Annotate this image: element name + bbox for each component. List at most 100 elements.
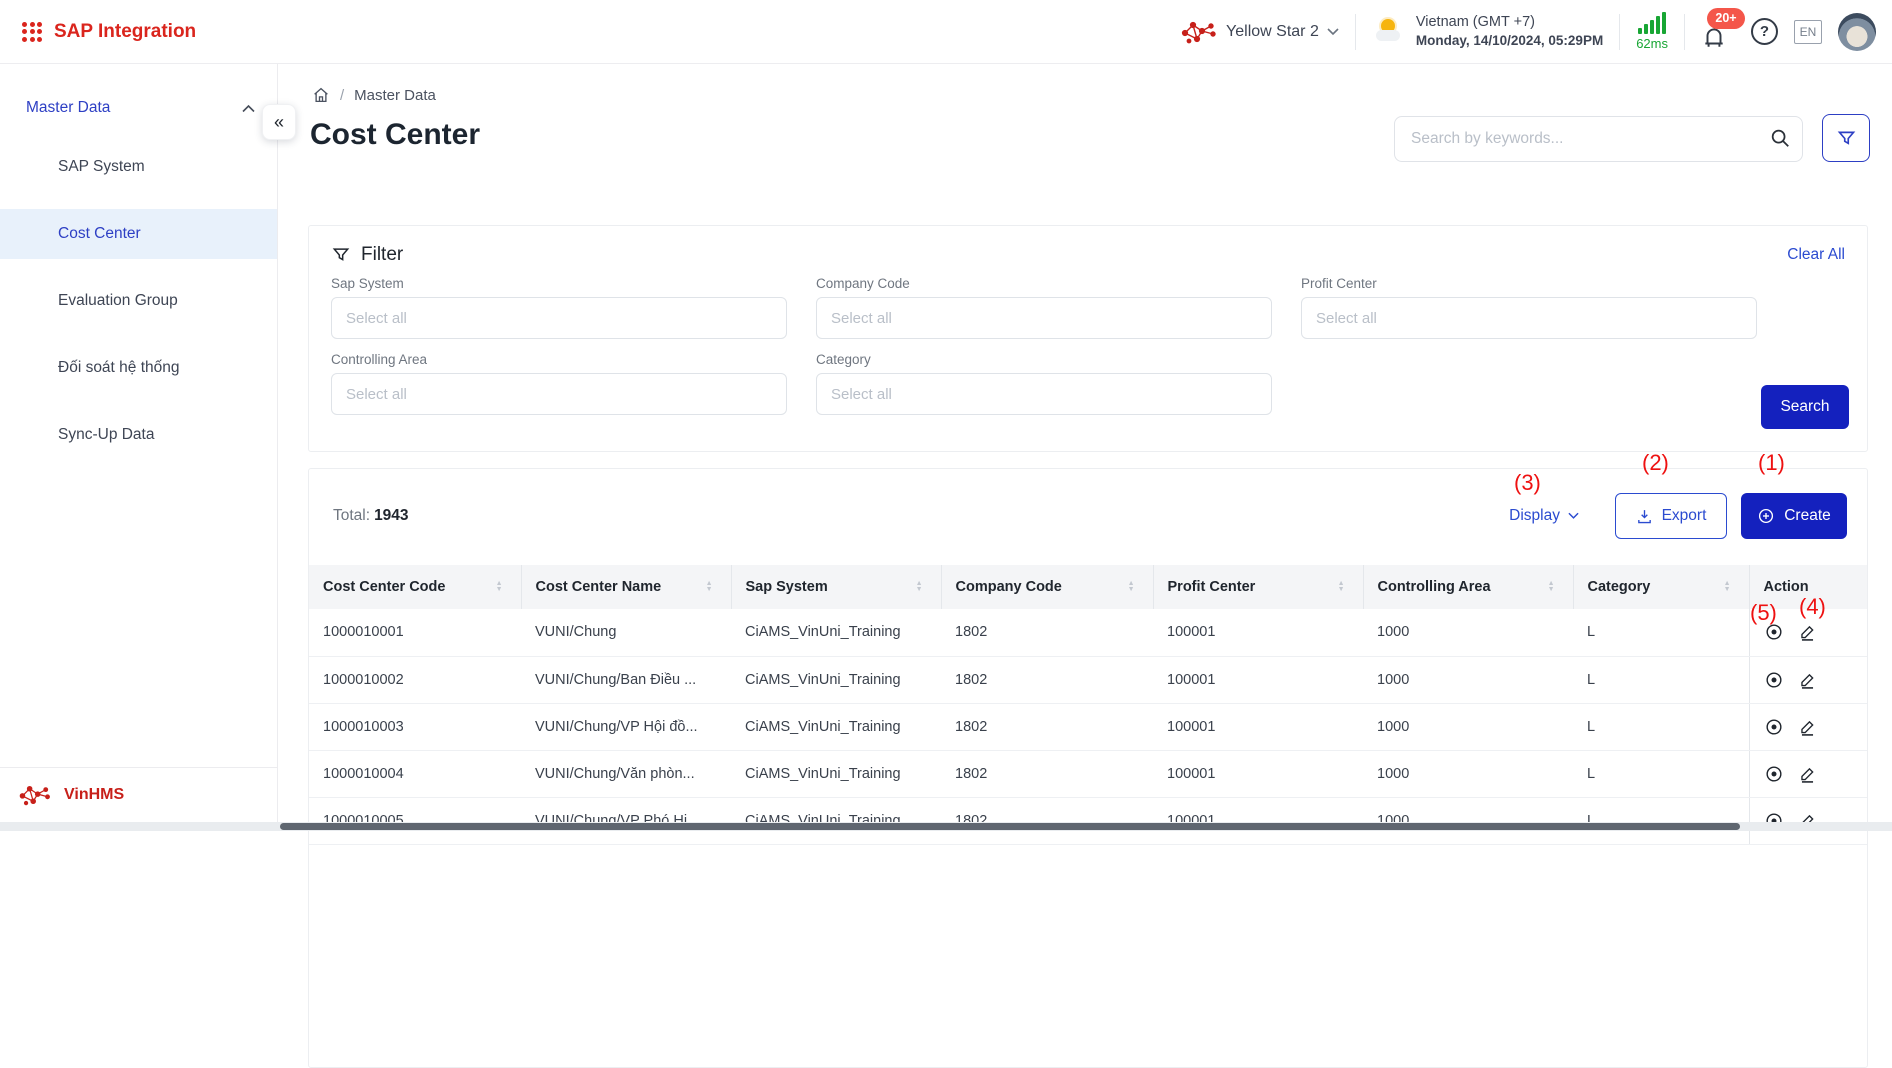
display-dropdown[interactable]: Display [1509, 507, 1579, 525]
sort-icon[interactable]: ▲▼ [496, 581, 503, 593]
table-cell: CiAMS_VinUni_Training [731, 609, 941, 656]
header-divider [1684, 14, 1685, 50]
breadcrumb-item[interactable]: Master Data [354, 87, 436, 104]
table-cell: CiAMS_VinUni_Training [731, 656, 941, 703]
edit-button[interactable] [1798, 670, 1817, 690]
table-cell: 1802 [941, 703, 1153, 750]
export-label: Export [1662, 507, 1707, 525]
col-header-cost-center-code[interactable]: Cost Center Code▲▼ [309, 565, 521, 609]
table-cell: VUNI/Chung/VP Phó Hi... [521, 797, 731, 844]
table-row: 1000010002VUNI/Chung/Ban Điều ...CiAMS_V… [309, 656, 1867, 703]
field-label: Company Code [816, 276, 1272, 291]
table-cell: 1000 [1363, 656, 1573, 703]
sort-icon[interactable]: ▲▼ [1548, 581, 1555, 593]
home-icon[interactable] [312, 86, 330, 104]
table-row: 1000010001VUNI/ChungCiAMS_VinUni_Trainin… [309, 609, 1867, 656]
table-cell: 1000010001 [309, 609, 521, 656]
edit-button[interactable] [1798, 764, 1817, 784]
table-cell: 1000010003 [309, 703, 521, 750]
org-selector[interactable]: Yellow Star 2 [1180, 19, 1339, 45]
chevron-up-icon [242, 104, 255, 113]
table-cell: L [1573, 750, 1749, 797]
table-panel: Total:1943 Display Export Create [308, 468, 1868, 1068]
breadcrumb: / Master Data [278, 64, 1892, 104]
filter-field-company-code: Company Code [816, 276, 1272, 339]
col-header-cost-center-name[interactable]: Cost Center Name▲▼ [521, 565, 731, 609]
annotation-3: (3) [1514, 470, 1541, 496]
view-button[interactable] [1764, 717, 1784, 737]
sort-icon[interactable]: ▲▼ [706, 581, 713, 593]
search-button[interactable]: Search [1761, 385, 1849, 429]
sidebar-item-sync-up-data[interactable]: Sync-Up Data [0, 410, 277, 460]
pencil-icon [1798, 670, 1817, 690]
col-header-profit-center[interactable]: Profit Center▲▼ [1153, 565, 1363, 609]
company-code-select[interactable] [816, 297, 1272, 339]
table-cell: 100001 [1153, 656, 1363, 703]
table-cell: CiAMS_VinUni_Training [731, 797, 941, 844]
sap-system-select[interactable] [331, 297, 787, 339]
col-header-controlling-area[interactable]: Controlling Area▲▼ [1363, 565, 1573, 609]
annotation-2: (2) [1642, 450, 1669, 476]
sidebar-group-master-data[interactable]: Master Data [0, 86, 277, 130]
org-name: Yellow Star 2 [1226, 23, 1319, 41]
col-header-sap-system[interactable]: Sap System▲▼ [731, 565, 941, 609]
table-cell: 100001 [1153, 609, 1363, 656]
col-header-company-code[interactable]: Company Code▲▼ [941, 565, 1153, 609]
filter-title: Filter [361, 244, 403, 266]
annotation-4: (4) [1799, 594, 1826, 620]
help-button[interactable]: ? [1751, 18, 1778, 45]
profit-center-select[interactable] [1301, 297, 1757, 339]
weather-icon [1372, 17, 1406, 47]
create-button[interactable]: Create [1741, 493, 1847, 539]
sidebar-footer: VinHMS [0, 767, 277, 822]
view-button[interactable] [1764, 764, 1784, 784]
avatar[interactable] [1838, 13, 1876, 51]
sidebar-item-sap-system[interactable]: SAP System [0, 142, 277, 192]
horizontal-scrollbar-thumb[interactable] [280, 823, 1740, 830]
eye-icon [1764, 717, 1784, 737]
sort-icon[interactable]: ▲▼ [1338, 581, 1345, 593]
search-icon[interactable] [1769, 127, 1791, 149]
horizontal-scrollbar-track[interactable] [0, 822, 1892, 831]
timezone-datetime: Monday, 14/10/2024, 05:29PM [1416, 32, 1603, 50]
latency-value: 62ms [1636, 36, 1668, 51]
app-title: SAP Integration [54, 21, 196, 43]
edit-button[interactable] [1798, 622, 1817, 642]
signal-bars-icon [1638, 12, 1666, 34]
filter-toggle-button[interactable] [1822, 114, 1870, 162]
sort-icon[interactable]: ▲▼ [916, 581, 923, 593]
category-select[interactable] [816, 373, 1272, 415]
sidebar-item-evaluation-group[interactable]: Evaluation Group [0, 276, 277, 326]
sort-icon[interactable]: ▲▼ [1724, 581, 1731, 593]
app-brand[interactable]: SAP Integration [0, 21, 196, 43]
language-selector[interactable]: EN [1794, 20, 1822, 44]
table-cell: VUNI/Chung/Ban Điều ... [521, 656, 731, 703]
sidebar: Master Data SAP System Cost Center Evalu… [0, 64, 278, 831]
eye-icon [1764, 670, 1784, 690]
sort-icon[interactable]: ▲▼ [1128, 581, 1135, 593]
controlling-area-select[interactable] [331, 373, 787, 415]
sidebar-item-cost-center[interactable]: Cost Center [0, 209, 277, 259]
table-cell: 1802 [941, 609, 1153, 656]
app-launcher-icon[interactable] [22, 22, 42, 42]
col-header-category[interactable]: Category▲▼ [1573, 565, 1749, 609]
table-cell: 1802 [941, 797, 1153, 844]
edit-button[interactable] [1798, 717, 1817, 737]
view-button[interactable] [1764, 670, 1784, 690]
sidebar-item-doi-soat-he-thong[interactable]: Đối soát hệ thống [0, 343, 277, 393]
create-label: Create [1784, 507, 1831, 525]
eye-icon [1764, 764, 1784, 784]
vinhms-brand-text: VinHMS [64, 786, 124, 804]
export-button[interactable]: Export [1615, 493, 1727, 539]
search-input[interactable] [1394, 116, 1803, 162]
notifications-button[interactable]: 20+ [1701, 14, 1735, 50]
table-cell: VUNI/Chung/Văn phòn... [521, 750, 731, 797]
table-cell: 1000010004 [309, 750, 521, 797]
clear-all-link[interactable]: Clear All [1787, 246, 1845, 264]
table-cell: VUNI/Chung [521, 609, 731, 656]
total-label: Total: [333, 507, 370, 524]
sidebar-collapse-button[interactable]: « [262, 104, 296, 140]
total-value: 1943 [374, 507, 408, 524]
action-cell [1749, 797, 1867, 844]
table-cell: CiAMS_VinUni_Training [731, 750, 941, 797]
